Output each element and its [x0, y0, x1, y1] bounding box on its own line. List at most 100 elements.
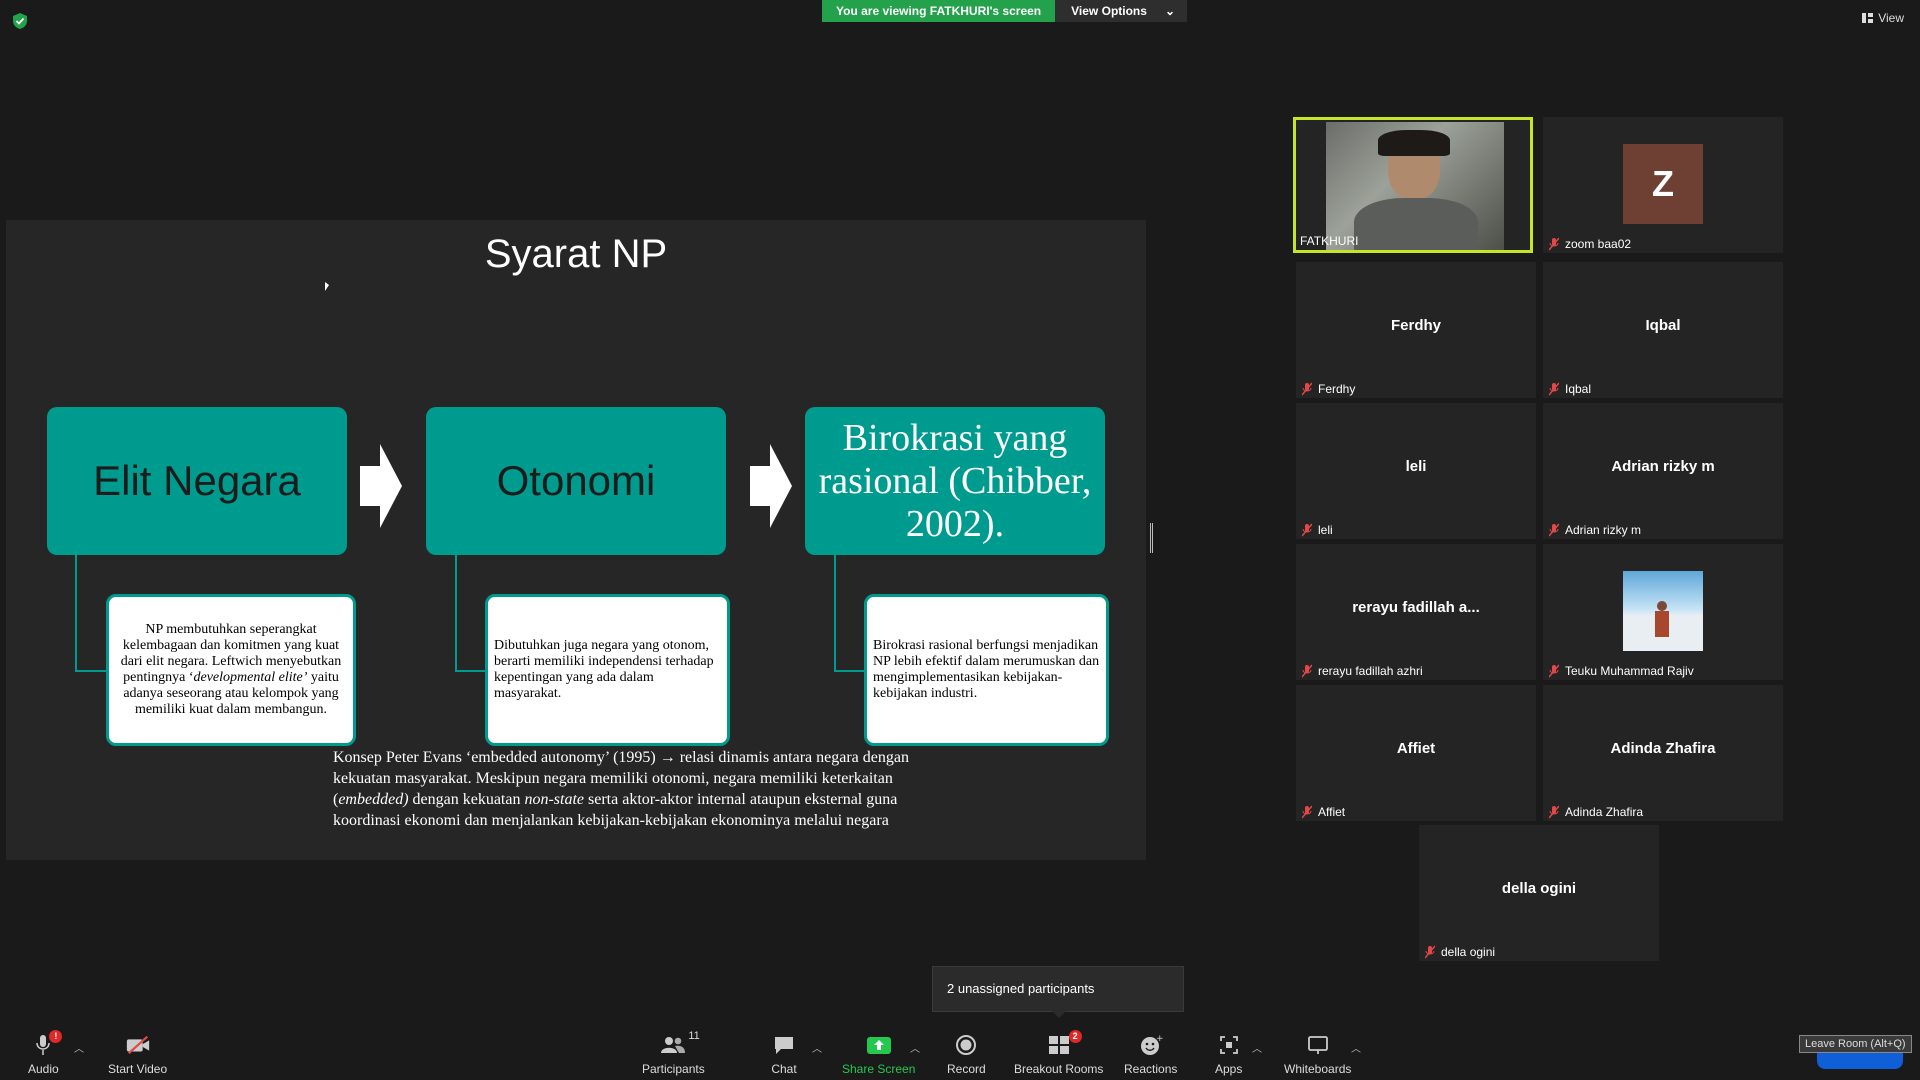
whiteboards-options-caret-icon[interactable]: ︿ — [1351, 1040, 1361, 1055]
right-arrow-icon — [360, 444, 402, 528]
unassigned-participants-popup[interactable]: 2 unassigned participants — [932, 966, 1184, 1012]
apps-label: Apps — [1215, 1062, 1243, 1076]
audio-button[interactable]: ! Audio — [28, 1030, 63, 1076]
participant-tile[interactable]: Ferdhy Ferdhy — [1296, 262, 1536, 398]
shared-screen-slide: Syarat NP Elit Negara Otonomi Birokrasi … — [6, 220, 1146, 860]
participants-icon: 11 — [660, 1030, 700, 1058]
participant-name-label: della ogini — [1441, 945, 1496, 959]
participant-name: Affiet — [1302, 805, 1345, 819]
sub-text-italic: developmental elite’ — [193, 670, 308, 685]
mic-muted-icon — [1549, 523, 1559, 537]
breakout-rooms-icon: 2 — [1046, 1030, 1082, 1058]
start-video-button[interactable]: Start Video — [108, 1032, 167, 1076]
participant-tile[interactable]: rerayu fadillah a... rerayu fadillah azh… — [1296, 544, 1536, 680]
participant-name: zoom baa02 — [1549, 237, 1631, 251]
encryption-shield-icon[interactable] — [12, 12, 28, 30]
avatar: Z — [1623, 144, 1703, 224]
share-screen-icon — [866, 1032, 892, 1058]
participant-name-label: Adrian rizky m — [1565, 523, 1642, 537]
sub-box-text: Birokrasi rasional berfungsi menjadikan … — [873, 638, 1100, 701]
connector-line — [834, 555, 866, 672]
participant-tile[interactable]: Affiet Affiet — [1296, 685, 1536, 821]
video-off-icon — [125, 1032, 151, 1058]
footer-italic: embedded) — [338, 791, 409, 808]
participant-name-label: leli — [1318, 523, 1333, 537]
gallery-view-icon — [1862, 13, 1874, 23]
participant-display-name: Ferdhy — [1390, 317, 1441, 334]
participant-display-name: della ogini — [1501, 880, 1577, 897]
view-button-label: View — [1878, 11, 1904, 25]
footer-part: dengan kekuatan — [408, 791, 525, 808]
mic-muted-icon — [1549, 237, 1559, 251]
apps-icon — [1216, 1032, 1242, 1058]
participant-display-name: Adinda Zhafira — [1610, 740, 1716, 757]
mic-muted-icon — [1549, 382, 1559, 396]
profile-photo — [1623, 571, 1703, 651]
mic-muted-icon — [1302, 523, 1312, 537]
mouse-cursor-icon — [325, 282, 329, 291]
participant-display-name: Iqbal — [1645, 317, 1681, 334]
leave-room-tooltip: Leave Room (Alt+Q) — [1799, 1035, 1912, 1053]
breakout-rooms-button[interactable]: 2 Breakout Rooms — [1014, 1030, 1103, 1076]
participant-tile-active-speaker[interactable]: FATKHURI — [1293, 117, 1533, 253]
share-options-caret-icon[interactable]: ︿ — [910, 1040, 920, 1055]
chevron-down-icon: ⌄ — [1164, 4, 1175, 18]
mic-muted-icon — [1302, 664, 1312, 678]
reactions-icon: + — [1138, 1032, 1164, 1058]
right-arrow-icon — [750, 444, 792, 528]
apps-options-caret-icon[interactable]: ︿ — [1252, 1040, 1262, 1055]
chat-button[interactable]: Chat — [771, 1032, 797, 1076]
participant-tile[interactable]: leli leli — [1296, 403, 1536, 539]
audio-label: Audio — [28, 1062, 59, 1076]
participant-name-label: FATKHURI — [1300, 234, 1359, 248]
share-screen-button[interactable]: Share Screen — [842, 1032, 915, 1076]
participant-name-label: Affiet — [1318, 805, 1346, 819]
start-video-label: Start Video — [108, 1062, 168, 1076]
screen-share-banner: You are viewing FATKHURI's screen View O… — [822, 0, 1187, 22]
participant-name: Ferdhy — [1302, 382, 1355, 396]
participants-label: Participants — [642, 1062, 705, 1076]
chat-icon — [771, 1032, 797, 1058]
participant-name-label: Iqbal — [1565, 382, 1592, 396]
participant-tile[interactable]: Iqbal Iqbal — [1543, 262, 1783, 398]
box-birokrasi: Birokrasi yang rasional (Chibber, 2002). — [805, 407, 1105, 555]
slide-title: Syarat NP — [484, 232, 668, 276]
chat-options-caret-icon[interactable]: ︿ — [812, 1040, 822, 1055]
whiteboards-label: Whiteboards — [1284, 1062, 1352, 1076]
record-button[interactable]: Record — [947, 1032, 986, 1076]
participant-name-label: rerayu fadillah azhri — [1318, 664, 1423, 678]
record-icon — [953, 1032, 979, 1058]
participant-tile[interactable]: Adinda Zhafira Adinda Zhafira — [1543, 685, 1783, 821]
view-options-button[interactable]: View Options ⌄ — [1055, 0, 1187, 22]
box-label: Elit Negara — [93, 457, 301, 504]
audio-options-caret-icon[interactable]: ︿ — [74, 1040, 84, 1055]
participant-tile[interactable]: Teuku Muhammad Rajiv — [1543, 544, 1783, 680]
participant-display-name: Adrian rizky m — [1611, 458, 1715, 475]
participant-tile[interactable]: Z zoom baa02 — [1543, 117, 1783, 253]
sub-box-otonomi: Dibutuhkan juga negara yang otonom, bera… — [485, 594, 730, 746]
reactions-button[interactable]: + Reactions — [1124, 1032, 1177, 1076]
mic-muted-icon — [1302, 805, 1312, 819]
participants-count: 11 — [688, 1030, 700, 1042]
popup-pointer — [1052, 1011, 1066, 1018]
apps-button[interactable]: Apps — [1215, 1032, 1242, 1076]
mic-muted-icon — [1549, 805, 1559, 819]
participant-tile[interactable]: della ogini della ogini — [1419, 825, 1659, 961]
splitter-handle[interactable] — [1150, 523, 1153, 553]
sub-box-text: Dibutuhkan juga negara yang otonom, bera… — [494, 638, 714, 701]
record-label: Record — [947, 1062, 986, 1076]
participant-name: leli — [1302, 523, 1333, 537]
view-layout-button[interactable]: View — [1862, 11, 1904, 25]
whiteboards-button[interactable]: Whiteboards — [1284, 1032, 1351, 1076]
participant-name: FATKHURI — [1300, 234, 1358, 248]
participant-tile[interactable]: Adrian rizky m Adrian rizky m — [1543, 403, 1783, 539]
whiteboard-icon — [1305, 1032, 1331, 1058]
participant-name-label: Adinda Zhafira — [1565, 805, 1644, 819]
participant-name: della ogini — [1425, 945, 1495, 959]
participant-name: Teuku Muhammad Rajiv — [1549, 664, 1694, 678]
participants-button[interactable]: 11 Participants — [642, 1030, 705, 1076]
participant-name-label: Teuku Muhammad Rajiv — [1565, 664, 1694, 678]
mic-muted-icon — [1425, 945, 1435, 959]
breakout-rooms-badge: 2 — [1068, 1030, 1082, 1043]
box-label: Otonomi — [496, 457, 656, 504]
